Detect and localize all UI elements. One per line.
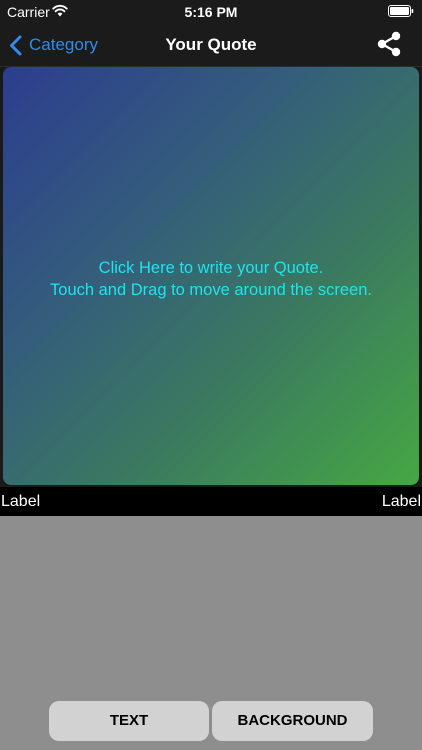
background-button[interactable]: BACKGROUND: [212, 701, 373, 741]
right-label: Label: [381, 493, 421, 510]
status-bar: Carrier 5:16 PM: [0, 0, 422, 24]
battery-icon: [388, 5, 414, 17]
bottom-panel: TEXT BACKGROUND: [0, 516, 422, 750]
share-icon[interactable]: [376, 31, 402, 57]
label-bar: Label Label: [0, 487, 422, 516]
quote-canvas[interactable]: Click Here to write your Quote. Touch an…: [3, 67, 419, 485]
status-time: 5:16 PM: [184, 4, 238, 20]
quote-text[interactable]: Click Here to write your Quote. Touch an…: [3, 257, 419, 301]
navigation-bar: Category Your Quote: [0, 24, 422, 67]
quote-text-line-1: Click Here to write your Quote.: [98, 259, 324, 277]
text-button[interactable]: TEXT: [49, 701, 209, 741]
left-label: Label: [1, 493, 41, 510]
page-title: Your Quote: [165, 35, 257, 54]
quote-text-line-2: Touch and Drag to move around the screen…: [50, 281, 372, 299]
